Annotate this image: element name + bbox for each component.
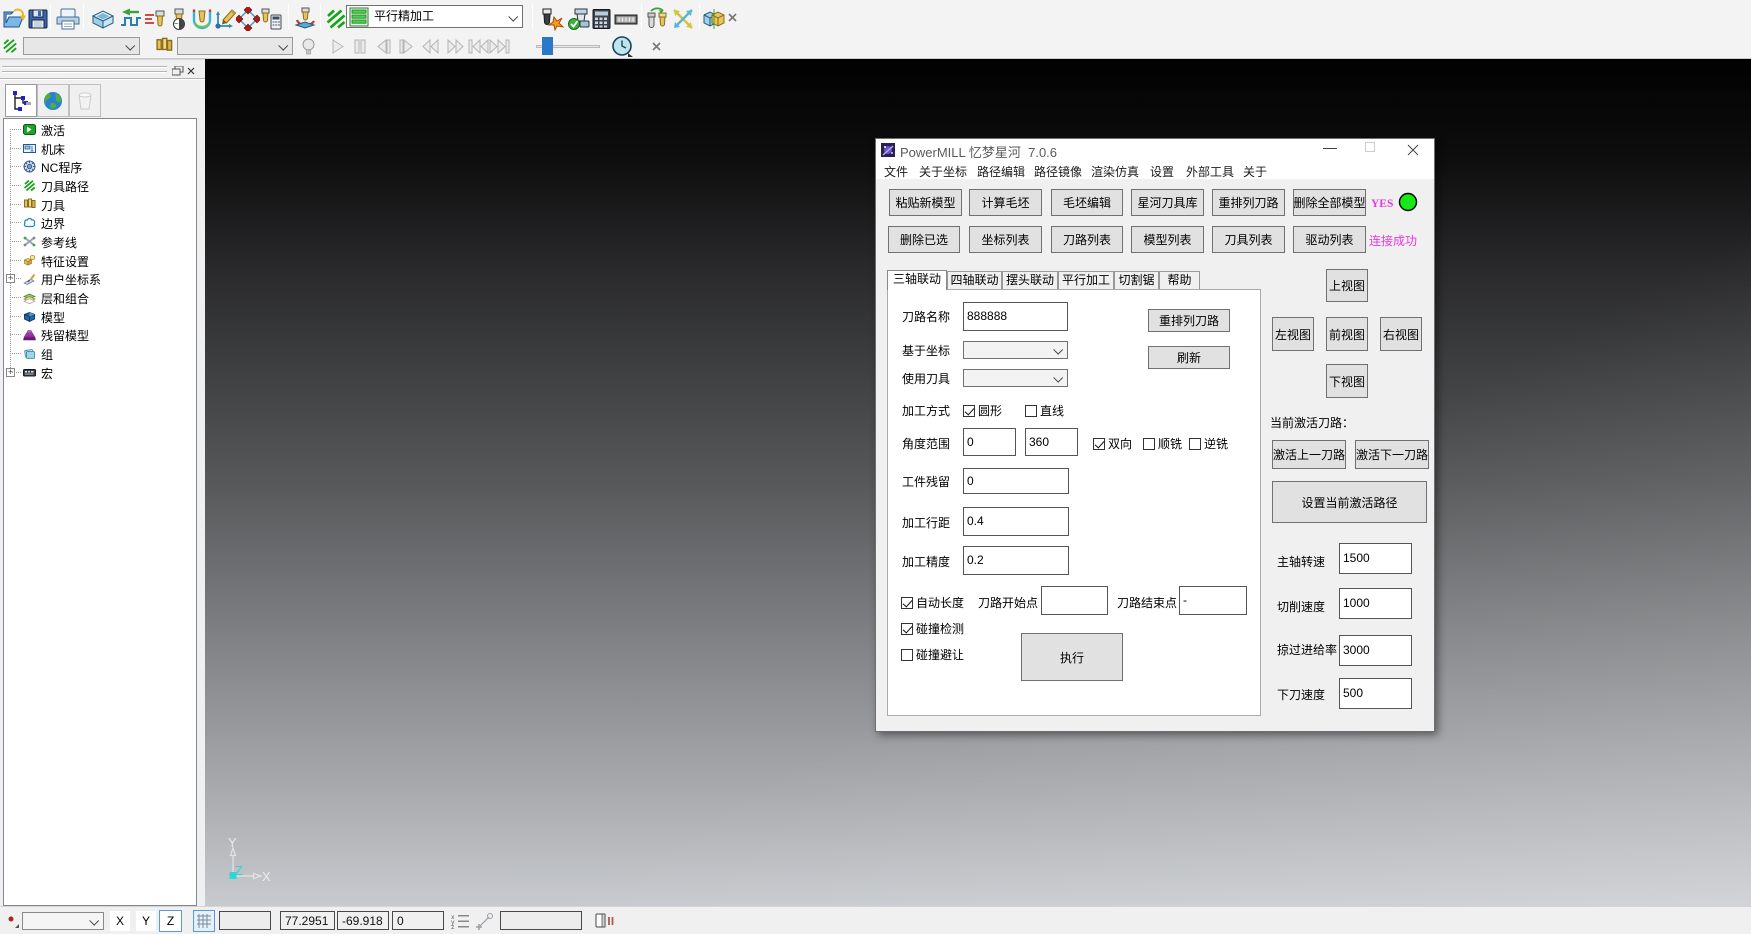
svg-text:z: z	[451, 924, 455, 930]
svg-text:X: X	[262, 869, 271, 884]
svg-text:Y: Y	[228, 835, 237, 850]
